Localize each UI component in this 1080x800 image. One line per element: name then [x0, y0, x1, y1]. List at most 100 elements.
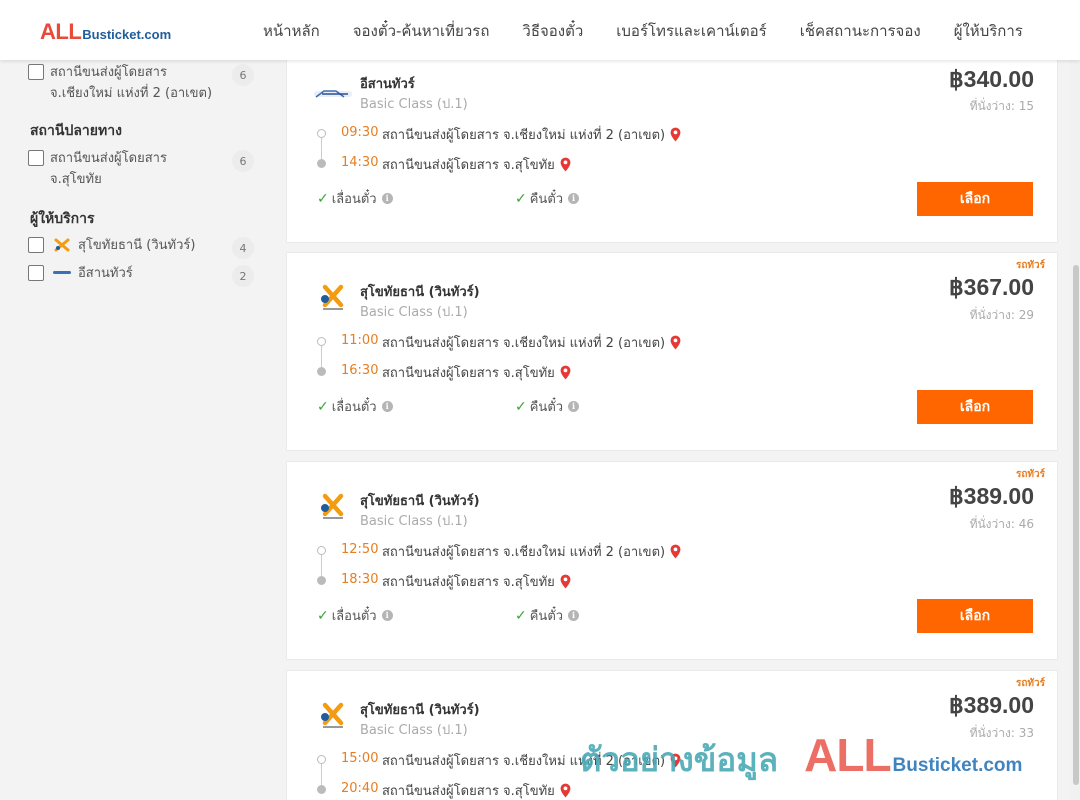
- arrival-dot: [317, 785, 326, 794]
- destination-line2: จ.สุโขทัย: [50, 172, 102, 187]
- nav-phone-counter[interactable]: เบอร์โทรและเคาน์เตอร์: [616, 19, 766, 43]
- destination-checkbox[interactable]: [28, 150, 44, 166]
- departure-dot: [317, 129, 326, 138]
- nav-book-search[interactable]: จองตั๋ว-ค้นหาเที่ยวรถ: [353, 19, 490, 43]
- origin-checkbox[interactable]: [28, 64, 44, 80]
- available-seats: ที่นั่งว่าง: 33: [969, 726, 1034, 740]
- bus-class: Basic Class (ป.1): [360, 97, 468, 112]
- route-line: [321, 138, 322, 159]
- map-pin-icon[interactable]: [670, 335, 681, 350]
- nav-how-to-book[interactable]: วิธีจองตั๋ว: [522, 19, 583, 43]
- operator-title: ผู้ให้บริการ: [30, 211, 95, 227]
- arrival-time: 18:30: [341, 572, 379, 587]
- departure-station: สถานีขนส่งผู้โดยสาร จ.เชียงใหม่ แห่งที่ …: [382, 124, 681, 145]
- select-trip-button[interactable]: เลือก: [917, 182, 1033, 216]
- origin-count-badge: 6: [232, 64, 254, 86]
- arrival-station: สถานีขนส่งผู้โดยสาร จ.สุโขทัย: [382, 571, 571, 592]
- map-pin-icon[interactable]: [670, 127, 681, 142]
- arrival-time: 16:30: [341, 363, 379, 378]
- info-icon[interactable]: i: [381, 193, 393, 204]
- reschedule-feature: ✓ เลื่อนตั๋ว i: [317, 396, 393, 417]
- reschedule-feature: ✓ เลื่อนตั๋ว i: [317, 605, 393, 626]
- nav-check-booking[interactable]: เช็คสถานะการจอง: [800, 19, 921, 43]
- departure-time: 12:50: [341, 542, 379, 557]
- page-scrollbar-thumb[interactable]: [1073, 265, 1079, 785]
- map-pin-icon[interactable]: [560, 365, 571, 380]
- departure-dot: [317, 337, 326, 346]
- operator-name-sukhothai: สุโขทัยธานี (วินทัวร์): [78, 238, 196, 253]
- refund-feature: ✓ คืนตั๋ว i: [515, 605, 580, 626]
- available-seats: ที่นั่งว่าง: 15: [969, 99, 1034, 113]
- available-seats: ที่นั่งว่าง: 29: [969, 308, 1034, 322]
- departure-time: 11:00: [341, 333, 379, 348]
- trip-card: รถทัวร์ สุโขทัยธานี (วินทัวร์) Basic Cla…: [286, 670, 1058, 800]
- check-icon: ✓: [515, 398, 527, 415]
- refund-feature: ✓ คืนตั๋ว i: [515, 396, 580, 417]
- map-pin-icon[interactable]: [560, 157, 571, 172]
- arrival-station: สถานีขนส่งผู้โดยสาร จ.สุโขทัย: [382, 780, 571, 800]
- info-icon[interactable]: i: [381, 610, 393, 621]
- departure-time: 09:30: [341, 125, 379, 140]
- operator-checkbox-sukhothai[interactable]: [28, 237, 44, 253]
- destination-filter-option[interactable]: สถานีขนส่งผู้โดยสาร จ.สุโขทัย 6: [28, 148, 258, 190]
- info-icon[interactable]: i: [568, 401, 580, 412]
- trip-card: รถทัวร์ สุโขทัยธานี (วินทัวร์) Basic Cla…: [286, 461, 1058, 660]
- sukhothai-logo-icon: [52, 238, 72, 252]
- operator-filter-isan[interactable]: อีสานทัวร์ 2: [28, 263, 258, 287]
- nav-home[interactable]: หน้าหลัก: [263, 19, 320, 43]
- destination-count-badge: 6: [232, 150, 254, 172]
- filter-sidebar: สถานีขนส่งผู้โดยสาร จ.เชียงใหม่ แห่งที่ …: [28, 60, 258, 800]
- departure-station: สถานีขนส่งผู้โดยสาร จ.เชียงใหม่ แห่งที่ …: [382, 332, 681, 353]
- check-icon: ✓: [317, 190, 329, 207]
- trip-price: ฿340.00: [949, 66, 1034, 92]
- main-nav: หน้าหลัก จองตั๋ว-ค้นหาเที่ยวรถ วิธีจองตั…: [263, 19, 1023, 43]
- info-icon[interactable]: i: [568, 610, 580, 621]
- refund-feature: ✓ คืนตั๋ว i: [515, 188, 580, 209]
- check-icon: ✓: [515, 607, 527, 624]
- origin-line1: สถานีขนส่งผู้โดยสาร: [50, 65, 167, 80]
- operator-count-isan: 2: [232, 265, 254, 287]
- trip-price: ฿389.00: [949, 692, 1034, 718]
- logo-all-text: ALL: [40, 19, 82, 44]
- site-logo[interactable]: ALL Busticket.com: [40, 19, 171, 45]
- arrival-station: สถานีขนส่งผู้โดยสาร จ.สุโขทัย: [382, 362, 571, 383]
- operator-checkbox-isan[interactable]: [28, 265, 44, 281]
- trip-card: รถทัวร์ สุโขทัยธานี (วินทัวร์) Basic Cla…: [286, 252, 1058, 451]
- arrival-time: 14:30: [341, 155, 379, 170]
- operator-filter-sukhothai[interactable]: สุโขทัยธานี (วินทัวร์) 4: [28, 235, 258, 259]
- map-pin-icon[interactable]: [560, 783, 571, 798]
- map-pin-icon[interactable]: [670, 544, 681, 559]
- tour-bus-badge: รถทัวร์: [1015, 469, 1045, 480]
- operator-name: สุโขทัยธานี (วินทัวร์): [360, 703, 480, 718]
- origin-line2: จ.เชียงใหม่ แห่งที่ 2 (อาเขต): [50, 86, 213, 101]
- operator-count-sukhothai: 4: [232, 237, 254, 259]
- tour-bus-badge: รถทัวร์: [1015, 260, 1045, 271]
- nav-operators[interactable]: ผู้ให้บริการ: [954, 19, 1023, 43]
- check-icon: ✓: [317, 398, 329, 415]
- route-line: [321, 555, 322, 576]
- bus-class: Basic Class (ป.1): [360, 723, 468, 738]
- map-pin-icon[interactable]: [560, 574, 571, 589]
- operator-name: สุโขทัยธานี (วินทัวร์): [360, 285, 480, 300]
- select-trip-button[interactable]: เลือก: [917, 599, 1033, 633]
- operator-name-isan: อีสานทัวร์: [78, 266, 133, 281]
- sukhothai-logo: [313, 492, 353, 522]
- departure-dot: [317, 546, 326, 555]
- logo-busticket-text: Busticket.com: [82, 27, 172, 42]
- isan-tour-logo-icon: [52, 266, 72, 280]
- departure-station: สถานีขนส่งผู้โดยสาร จ.เชียงใหม่ แห่งที่ …: [382, 541, 681, 562]
- check-icon: ✓: [515, 190, 527, 207]
- select-trip-button[interactable]: เลือก: [917, 390, 1033, 424]
- isan-tour-logo: [313, 79, 353, 109]
- info-icon[interactable]: i: [568, 193, 580, 204]
- destination-title: สถานีปลายทาง: [30, 123, 122, 139]
- map-pin-icon[interactable]: [670, 753, 681, 768]
- available-seats: ที่นั่งว่าง: 46: [969, 517, 1034, 531]
- reschedule-feature: ✓ เลื่อนตั๋ว i: [317, 188, 393, 209]
- origin-filter-option[interactable]: สถานีขนส่งผู้โดยสาร จ.เชียงใหม่ แห่งที่ …: [28, 62, 258, 104]
- sukhothai-logo: [313, 701, 353, 731]
- departure-dot: [317, 755, 326, 764]
- tour-bus-badge: รถทัวร์: [1015, 678, 1045, 689]
- arrival-station: สถานีขนส่งผู้โดยสาร จ.สุโขทัย: [382, 154, 571, 175]
- info-icon[interactable]: i: [381, 401, 393, 412]
